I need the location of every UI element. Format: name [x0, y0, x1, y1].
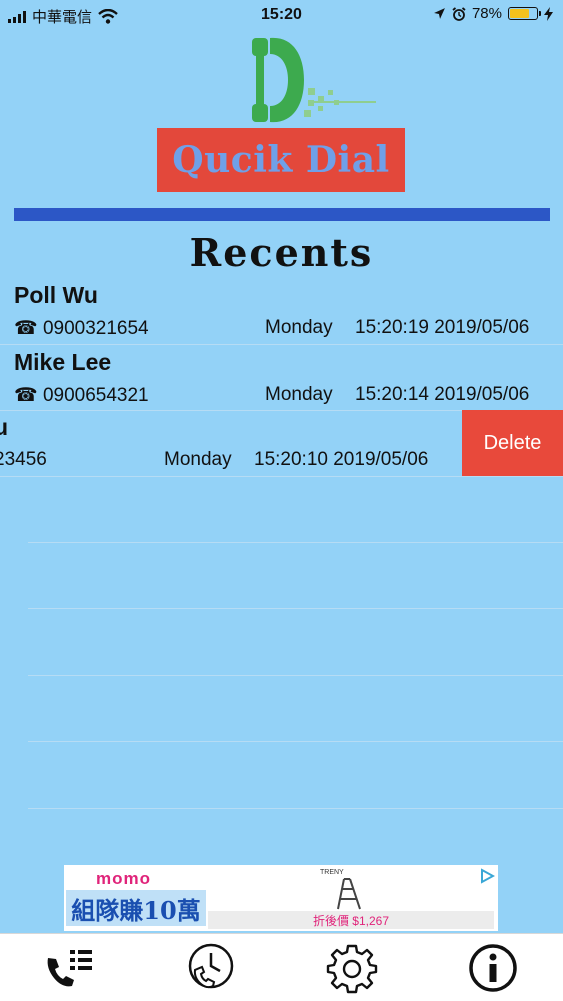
contact-phone: ☎ 0900321654	[14, 318, 149, 339]
ad-product-name: TRENY	[320, 869, 344, 876]
ad-banner[interactable]: momo 組隊賺10萬 TRENY 折後價 $1,267	[64, 865, 498, 931]
tab-bar	[0, 933, 563, 1001]
header-divider	[14, 208, 550, 221]
location-arrow-icon	[434, 8, 445, 19]
call-timestamp: 15:20:19 2019/05/06	[355, 317, 530, 338]
row-separator	[28, 675, 563, 676]
call-day: Monday	[265, 384, 333, 405]
contact-name: Mike Lee	[14, 349, 112, 375]
battery-icon	[508, 7, 541, 20]
call-day: Monday	[164, 449, 232, 470]
tab-recents[interactable]	[183, 942, 239, 994]
ladder-product-icon	[337, 878, 361, 910]
ad-brand: momo	[96, 869, 151, 888]
contact-phone: 23456	[0, 449, 47, 470]
dialer-list-icon	[47, 950, 92, 987]
recent-call-row-swiped[interactable]: u 23456 Monday 15:20:10 2019/05/06 Delet…	[0, 410, 563, 476]
tab-dialer[interactable]	[42, 942, 98, 994]
ad-choices-icon[interactable]	[479, 868, 495, 884]
call-day: Monday	[265, 317, 333, 338]
app-title-banner: Qucik Dial	[157, 128, 405, 192]
recents-clock-icon	[188, 943, 234, 989]
app-logo-phone-icon	[252, 37, 376, 123]
delete-button[interactable]: Delete	[462, 410, 563, 476]
call-timestamp: 15:20:10 2019/05/06	[254, 449, 429, 470]
contact-phone: ☎ 0900654321	[14, 385, 149, 406]
row-separator	[28, 608, 563, 609]
section-title: Recents	[189, 230, 374, 275]
charging-bolt-icon	[544, 6, 553, 21]
tab-info[interactable]	[465, 942, 521, 994]
contact-name: Poll Wu	[14, 282, 98, 308]
recent-call-row[interactable]: Poll Wu ☎ 0900321654 Monday 15:20:19 201…	[0, 278, 563, 344]
ad-promo: 組隊賺10萬	[66, 890, 206, 926]
app-title: Qucik Dial	[172, 139, 390, 181]
alarm-clock-icon	[452, 6, 466, 21]
call-timestamp: 15:20:14 2019/05/06	[355, 384, 530, 405]
tab-settings[interactable]	[324, 942, 380, 994]
contact-name: u	[0, 414, 9, 440]
info-icon	[469, 944, 517, 992]
row-separator	[0, 476, 563, 477]
row-separator	[28, 808, 563, 809]
recent-call-row[interactable]: Mike Lee ☎ 0900654321 Monday 15:20:14 20…	[0, 345, 563, 411]
row-separator	[28, 542, 563, 543]
settings-gear-icon	[326, 944, 378, 994]
battery-percent: 78%	[471, 5, 502, 22]
ad-price: 折後價 $1,267	[208, 911, 494, 929]
row-separator	[28, 741, 563, 742]
status-bar: 中華電信 15:20 78%	[0, 0, 563, 30]
